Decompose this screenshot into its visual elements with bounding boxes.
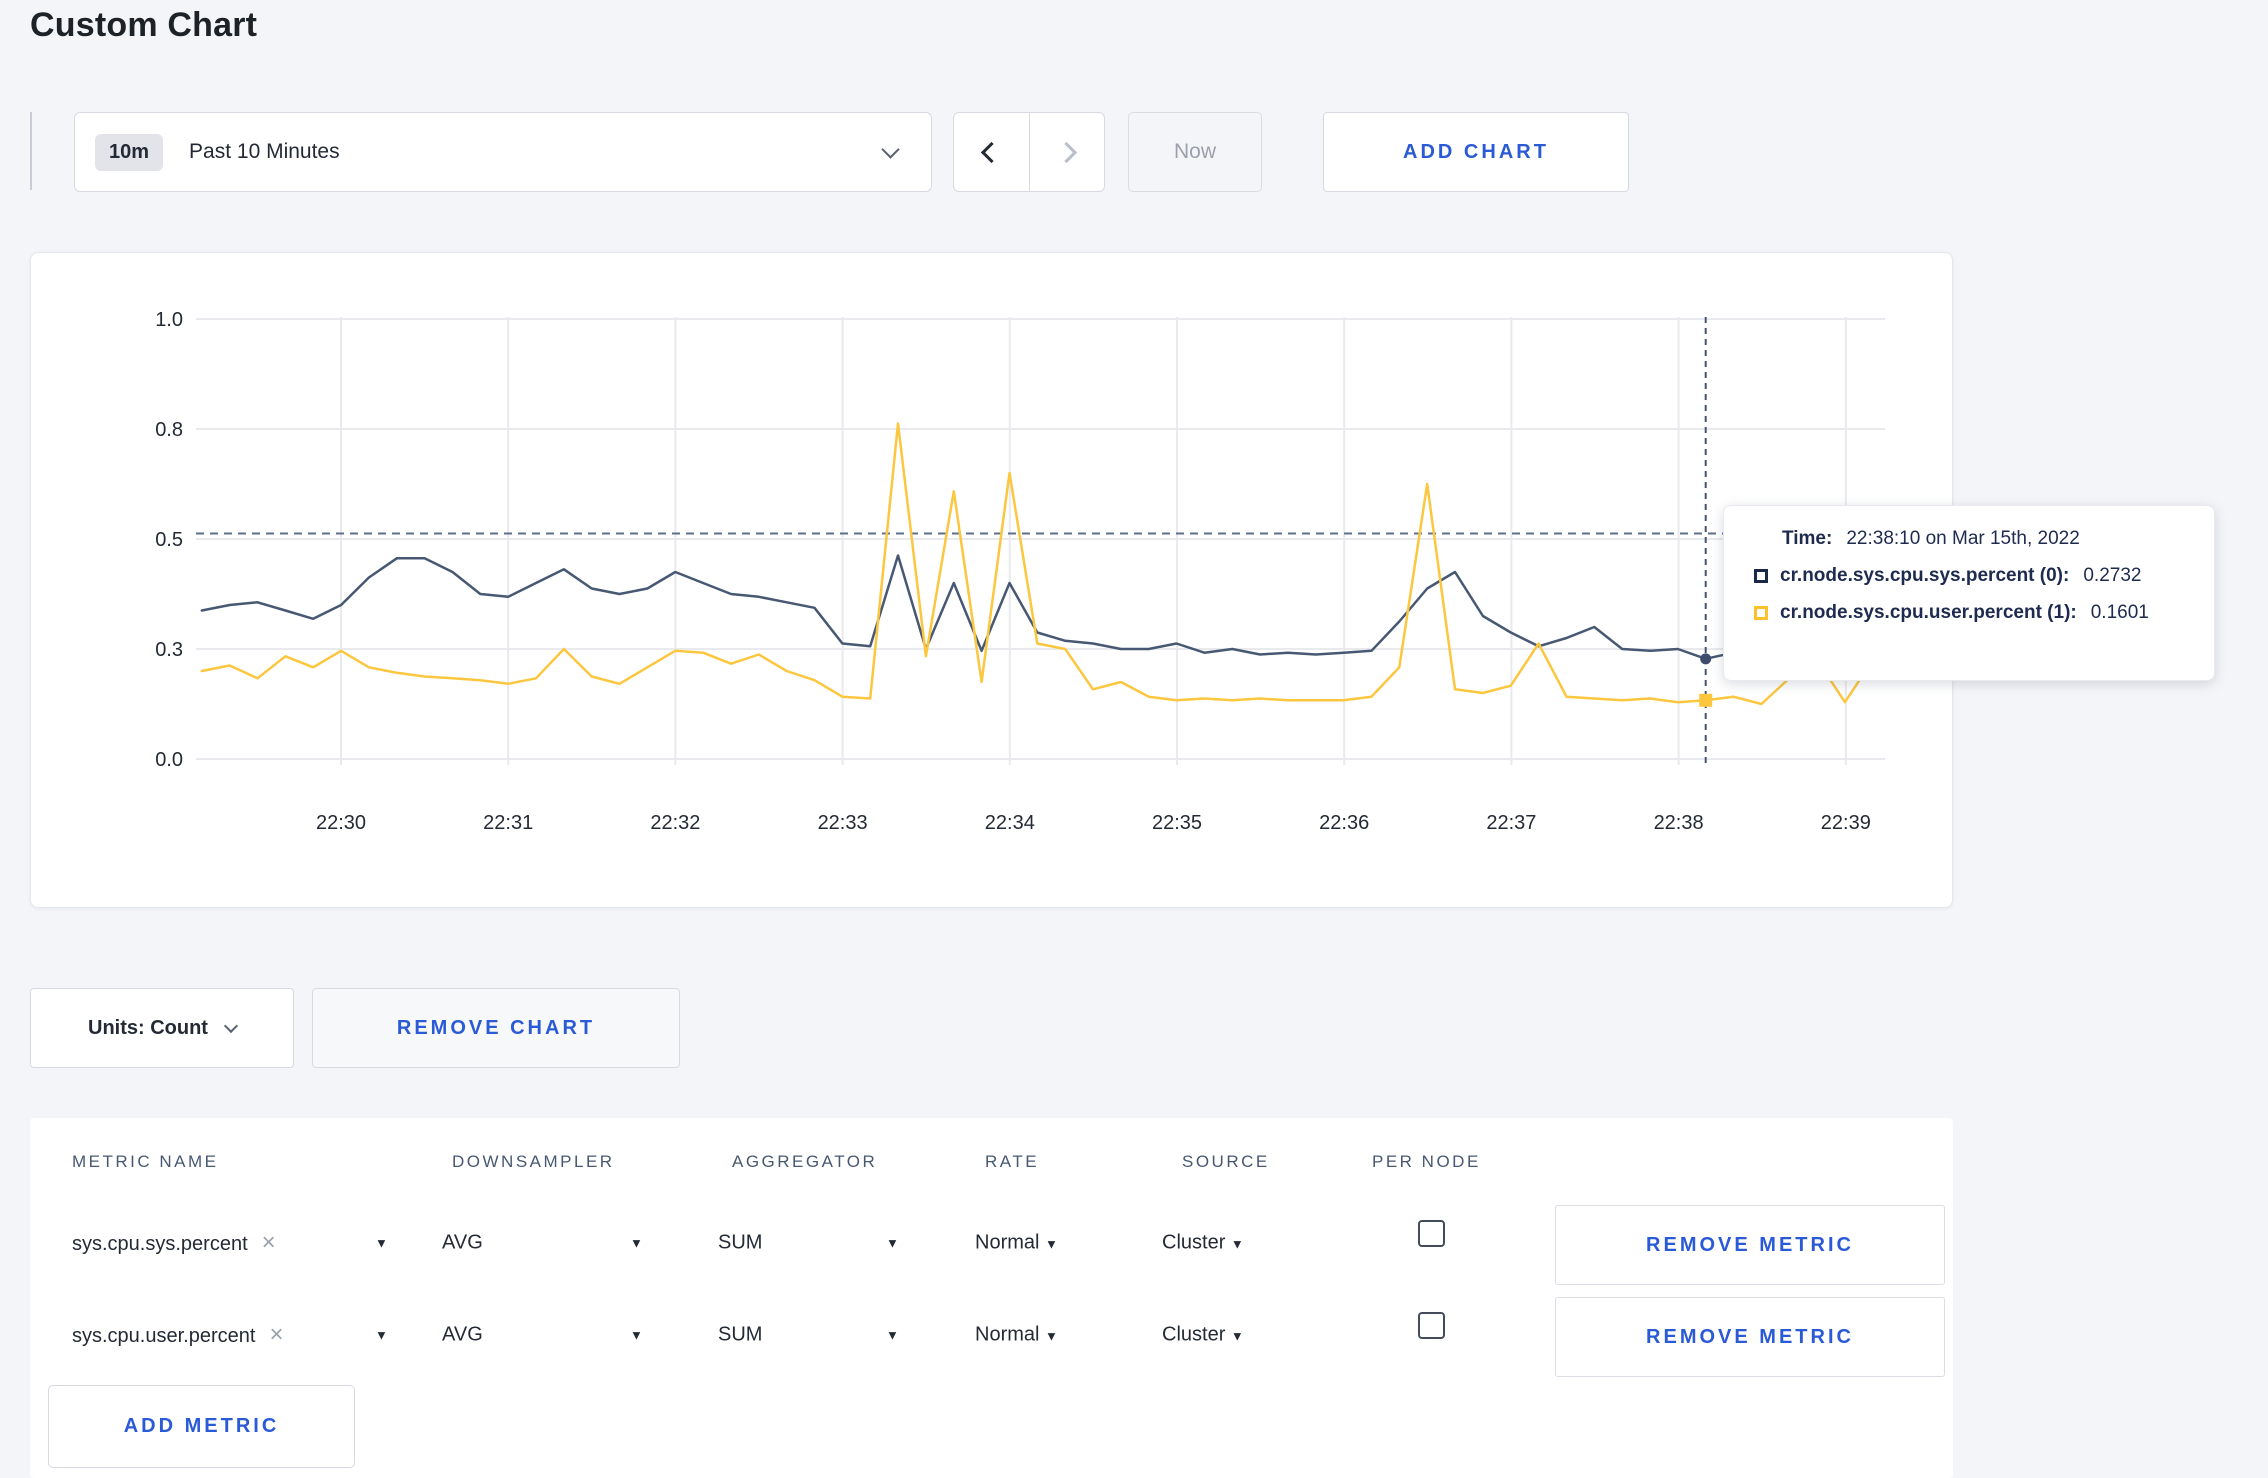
chevron-down-icon [223, 1018, 239, 1034]
sys-series-swatch-icon [1754, 569, 1768, 583]
x-axis-tick-label: 22:30 [316, 812, 366, 834]
tooltip-time-label: Time: [1782, 528, 1833, 549]
metric-name-caret-icon[interactable]: ▼ [375, 1328, 388, 1343]
next-range-button[interactable] [1028, 113, 1105, 191]
clear-metric-icon[interactable]: × [262, 1229, 276, 1256]
time-nav-group [953, 112, 1105, 192]
metric-name-select[interactable]: sys.cpu.user.percent × [72, 1321, 283, 1349]
chart-card[interactable]: 1.0 0.8 0.5 0.3 0.0 22:30 22:31 22:32 22:33 22:34… [30, 252, 1953, 908]
source-value: Cluster [1162, 1231, 1226, 1254]
header-source: SOURCE [1182, 1152, 1270, 1171]
page-title: Custom Chart [30, 6, 258, 44]
x-axis-tick-label: 22:34 [985, 812, 1035, 834]
metric-name-value: sys.cpu.sys.percent [72, 1233, 248, 1255]
source-select[interactable]: Cluster ▼ [1162, 1232, 1244, 1255]
clear-metric-icon[interactable]: × [269, 1321, 283, 1348]
rate-value: Normal [975, 1231, 1040, 1254]
now-button[interactable]: Now [1128, 112, 1262, 192]
rate-select[interactable]: Normal ▼ [975, 1232, 1058, 1255]
aggregator-caret-icon[interactable]: ▼ [886, 1236, 899, 1251]
line-chart[interactable]: 1.0 0.8 0.5 0.3 0.0 22:30 22:31 22:32 22:33 22:34… [31, 253, 1954, 909]
metric-name-value: sys.cpu.user.percent [72, 1325, 256, 1347]
toolbar-divider [30, 112, 32, 190]
tooltip-sys-label: cr.node.sys.cpu.sys.percent (0): [1780, 565, 2070, 586]
units-dropdown[interactable]: Units: Count [30, 988, 294, 1068]
rate-caret-icon: ▼ [1045, 1328, 1058, 1344]
rate-caret-icon: ▼ [1045, 1236, 1058, 1252]
prev-range-button[interactable] [954, 113, 1029, 191]
source-select[interactable]: Cluster ▼ [1162, 1324, 1244, 1347]
x-axis-tick-label: 22:37 [1486, 812, 1536, 834]
downsampler-select[interactable]: AVG [442, 1232, 483, 1255]
header-per-node: PER NODE [1372, 1152, 1481, 1171]
aggregator-caret-icon[interactable]: ▼ [886, 1328, 899, 1343]
aggregator-select[interactable]: SUM [718, 1324, 762, 1347]
x-axis-tick-label: 22:32 [650, 812, 700, 834]
metrics-table: METRIC NAME DOWNSAMPLER AGGREGATOR RATE … [30, 1118, 1953, 1478]
remove-metric-button[interactable]: REMOVE METRIC [1555, 1297, 1945, 1377]
header-metric-name: METRIC NAME [72, 1152, 219, 1171]
x-axis-tick-label: 22:31 [483, 812, 533, 834]
metric-name-caret-icon[interactable]: ▼ [375, 1236, 388, 1251]
time-range-dropdown[interactable]: 10m Past 10 Minutes [74, 112, 932, 192]
downsampler-caret-icon[interactable]: ▼ [630, 1236, 643, 1251]
chevron-right-icon [1056, 141, 1078, 163]
source-caret-icon: ▼ [1230, 1328, 1244, 1344]
rate-value: Normal [975, 1323, 1040, 1346]
hover-point-user [1699, 693, 1713, 707]
per-node-checkbox[interactable] [1418, 1312, 1445, 1339]
header-rate: RATE [985, 1152, 1040, 1171]
y-axis-tick-label: 0.0 [155, 749, 183, 771]
x-axis-tick-label: 22:39 [1821, 812, 1871, 834]
time-range-badge: 10m [95, 133, 164, 171]
series-line [200, 422, 1875, 706]
x-axis-tick-label: 22:33 [818, 812, 868, 834]
custom-chart-page: Custom Chart 10m Past 10 Minutes Now ADD… [0, 0, 2268, 1478]
chevron-left-icon [980, 141, 1002, 163]
tooltip-time-value: 22:38:10 on Mar 15th, 2022 [1846, 528, 2080, 549]
tooltip-user-label: cr.node.sys.cpu.user.percent (1): [1780, 602, 2077, 623]
hover-point-sys [1700, 653, 1712, 665]
x-axis-tick-label: 22:38 [1654, 812, 1704, 834]
tooltip-sys-value: 0.2732 [2083, 565, 2142, 586]
chart-tooltip: Time: 22:38:10 on Mar 15th, 2022 cr.node… [1723, 505, 2215, 681]
x-axis-tick-label: 22:35 [1152, 812, 1202, 834]
units-label: Units: Count [88, 1016, 208, 1039]
tooltip-user-value: 0.1601 [2090, 602, 2149, 623]
rate-select[interactable]: Normal ▼ [975, 1324, 1058, 1347]
header-aggregator: AGGREGATOR [732, 1152, 878, 1171]
y-axis-tick-label: 1.0 [155, 309, 183, 331]
aggregator-select[interactable]: SUM [718, 1232, 762, 1255]
per-node-checkbox[interactable] [1418, 1220, 1445, 1247]
x-axis-tick-label: 22:36 [1319, 812, 1369, 834]
header-downsampler: DOWNSAMPLER [452, 1152, 615, 1171]
metric-name-select[interactable]: sys.cpu.sys.percent × [72, 1229, 276, 1257]
source-caret-icon: ▼ [1230, 1236, 1244, 1252]
add-chart-button[interactable]: ADD CHART [1323, 112, 1629, 192]
downsampler-select[interactable]: AVG [442, 1324, 483, 1347]
user-series-swatch-icon [1754, 606, 1768, 620]
remove-chart-button[interactable]: REMOVE CHART [312, 988, 680, 1068]
time-range-label: Past 10 Minutes [189, 140, 340, 163]
source-value: Cluster [1162, 1323, 1226, 1346]
y-axis-tick-label: 0.3 [155, 639, 183, 661]
chevron-down-icon [881, 140, 900, 159]
y-axis-tick-label: 0.5 [155, 529, 183, 551]
remove-metric-button[interactable]: REMOVE METRIC [1555, 1205, 1945, 1285]
y-axis-tick-label: 0.8 [155, 419, 183, 441]
downsampler-caret-icon[interactable]: ▼ [630, 1328, 643, 1343]
add-metric-button[interactable]: ADD METRIC [48, 1385, 355, 1468]
